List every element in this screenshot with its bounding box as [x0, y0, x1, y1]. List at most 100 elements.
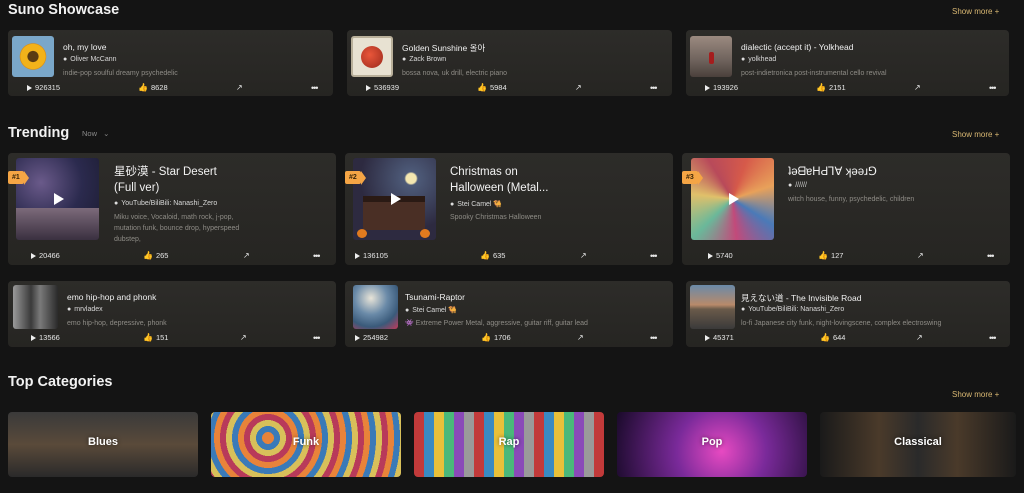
- song-title[interactable]: Golden Sunshine 올아: [402, 42, 662, 54]
- share-button[interactable]: ↗: [580, 251, 587, 260]
- showcase-card[interactable]: dialectic (accept it) - Yolkhead ● yolkhe…: [686, 30, 1009, 96]
- song-author[interactable]: ● YouTube/BiliBili: Nanashi_Zero: [114, 200, 217, 207]
- author-name[interactable]: Stei Camel 🐫: [412, 307, 457, 314]
- trending-card[interactable]: emo hip-hop and phonk ● mrvladex emo hip-…: [8, 281, 336, 347]
- song-cover-image[interactable]: [12, 36, 54, 77]
- share-button[interactable]: ↗: [577, 333, 584, 342]
- showcase-card[interactable]: oh, my love ● Oliver McCann indie-pop sou…: [8, 30, 333, 96]
- play-count: 254982: [363, 333, 389, 342]
- author-name[interactable]: mrvladex: [74, 306, 102, 313]
- author-name[interactable]: Zack Brown: [409, 56, 446, 63]
- song-title[interactable]: dialectic (accept it) - Yolkhead: [741, 42, 1001, 52]
- play-overlay-icon[interactable]: [53, 193, 64, 205]
- trending-card[interactable]: #2 Christmas on Halloween (Metal... ● Stei…: [345, 153, 673, 265]
- like-button[interactable]: 👍 5984: [477, 83, 507, 92]
- song-cover-image[interactable]: [353, 285, 398, 329]
- more-options-button[interactable]: •••: [650, 83, 658, 93]
- more-options-button[interactable]: •••: [311, 83, 319, 93]
- song-author[interactable]: ● Zack Brown: [402, 56, 446, 63]
- play-icon: [27, 84, 32, 91]
- category-card-funk[interactable]: Funk: [211, 412, 401, 477]
- category-card-blues[interactable]: Blues: [8, 412, 198, 477]
- trending-card[interactable]: #1 星砂漠 - Star Desert (Full ver) ● YouTube/…: [8, 153, 336, 265]
- song-title[interactable]: 見えない道 - The Invisible Road: [741, 292, 1001, 304]
- song-cover-image[interactable]: [13, 285, 58, 329]
- song-author[interactable]: ● YouTube/BiliBili: Nanashi_Zero: [741, 306, 844, 313]
- song-author[interactable]: ● Stei Camel 🐫: [450, 200, 502, 208]
- song-author[interactable]: ● mrvladex: [67, 306, 103, 313]
- time-filter-dropdown[interactable]: Now ⌄: [82, 129, 109, 138]
- author-name[interactable]: Stei Camel 🐫: [457, 201, 502, 208]
- song-cover-image[interactable]: [690, 285, 735, 329]
- song-author[interactable]: ● Stei Camel 🐫: [405, 306, 457, 314]
- author-name[interactable]: YouTube/BiliBili: Nanashi_Zero: [121, 200, 217, 207]
- more-options-button[interactable]: •••: [989, 333, 997, 343]
- song-author[interactable]: ● yolkhead: [741, 56, 776, 63]
- song-cover-image[interactable]: [691, 158, 774, 240]
- more-icon: •••: [987, 251, 995, 261]
- play-overlay-icon[interactable]: [728, 193, 739, 205]
- play-overlay-icon[interactable]: [390, 193, 401, 205]
- more-options-button[interactable]: •••: [650, 333, 658, 343]
- like-button[interactable]: 👍 151: [143, 333, 168, 342]
- song-author[interactable]: ●//////: [788, 182, 807, 189]
- more-options-button[interactable]: •••: [650, 251, 658, 261]
- showcase-show-more-link[interactable]: Show more +: [952, 7, 999, 16]
- song-title[interactable]: Tsunami-Raptor: [405, 292, 665, 302]
- share-button[interactable]: ↗: [243, 251, 250, 260]
- more-options-button[interactable]: •••: [989, 83, 997, 93]
- like-button[interactable]: 👍 644: [820, 333, 845, 342]
- author-name[interactable]: //////: [795, 182, 807, 189]
- share-button[interactable]: ↗: [914, 83, 921, 92]
- play-icon: [355, 252, 360, 259]
- showcase-card[interactable]: Golden Sunshine 올아 ● Zack Brown bossa nov…: [347, 30, 672, 96]
- trending-card[interactable]: #3 ʇǝᗺɐHԀ⅂∀ ʞǝǝɹ⅁ ●////// witch house, f…: [682, 153, 1010, 265]
- like-button[interactable]: 👍 1706: [481, 333, 511, 342]
- play-button[interactable]: 45371: [705, 333, 734, 342]
- play-count: 193926: [713, 83, 739, 92]
- categories-show-more-link[interactable]: Show more +: [952, 390, 999, 399]
- play-button[interactable]: 254982: [355, 333, 388, 342]
- song-cover-image[interactable]: [351, 36, 393, 77]
- category-card-classical[interactable]: Classical: [820, 412, 1016, 477]
- play-button[interactable]: 13566: [31, 333, 60, 342]
- play-button[interactable]: 136105: [355, 251, 388, 260]
- category-card-pop[interactable]: Pop: [617, 412, 807, 477]
- like-button[interactable]: 👍 8628: [138, 83, 168, 92]
- play-button[interactable]: 5740: [708, 251, 733, 260]
- song-title[interactable]: Christmas on Halloween (Metal...: [450, 164, 665, 196]
- song-title[interactable]: 星砂漠 - Star Desert (Full ver): [114, 164, 329, 196]
- song-title[interactable]: oh, my love: [63, 42, 323, 52]
- more-options-button[interactable]: •••: [313, 333, 321, 343]
- play-icon: [705, 334, 710, 341]
- like-button[interactable]: 👍 2151: [816, 83, 846, 92]
- play-button[interactable]: 536939: [366, 83, 399, 92]
- play-count: 536939: [374, 83, 400, 92]
- more-options-button[interactable]: •••: [313, 251, 321, 261]
- author-name[interactable]: YouTube/BiliBili: Nanashi_Zero: [748, 306, 844, 313]
- more-icon: •••: [989, 83, 997, 93]
- play-button[interactable]: 193926: [705, 83, 738, 92]
- share-button[interactable]: ↗: [236, 83, 243, 92]
- song-title[interactable]: emo hip-hop and phonk: [67, 292, 327, 302]
- song-author[interactable]: ● Oliver McCann: [63, 56, 117, 63]
- trending-card[interactable]: 見えない道 - The Invisible Road ● YouTube/Bili…: [686, 281, 1010, 347]
- song-cover-image[interactable]: [690, 36, 732, 77]
- author-name[interactable]: Oliver McCann: [70, 56, 116, 63]
- share-button[interactable]: ↗: [575, 83, 582, 92]
- like-button[interactable]: 👍 265: [143, 251, 168, 260]
- like-button[interactable]: 👍 635: [480, 251, 505, 260]
- play-button[interactable]: 20466: [31, 251, 60, 260]
- share-button[interactable]: ↗: [916, 333, 923, 342]
- share-button[interactable]: ↗: [917, 251, 924, 260]
- author-name[interactable]: yolkhead: [748, 56, 776, 63]
- category-card-rap[interactable]: Rap: [414, 412, 604, 477]
- trending-show-more-link[interactable]: Show more +: [952, 130, 999, 139]
- share-button[interactable]: ↗: [240, 333, 247, 342]
- trending-card[interactable]: Tsunami-Raptor ● Stei Camel 🐫 👾 Extreme P…: [345, 281, 673, 347]
- play-button[interactable]: 926315: [27, 83, 60, 92]
- like-button[interactable]: 👍 127: [818, 251, 843, 260]
- song-title[interactable]: ʇǝᗺɐHԀ⅂∀ ʞǝǝɹ⅁: [788, 164, 1003, 180]
- more-options-button[interactable]: •••: [987, 251, 995, 261]
- like-count: 2151: [828, 83, 846, 92]
